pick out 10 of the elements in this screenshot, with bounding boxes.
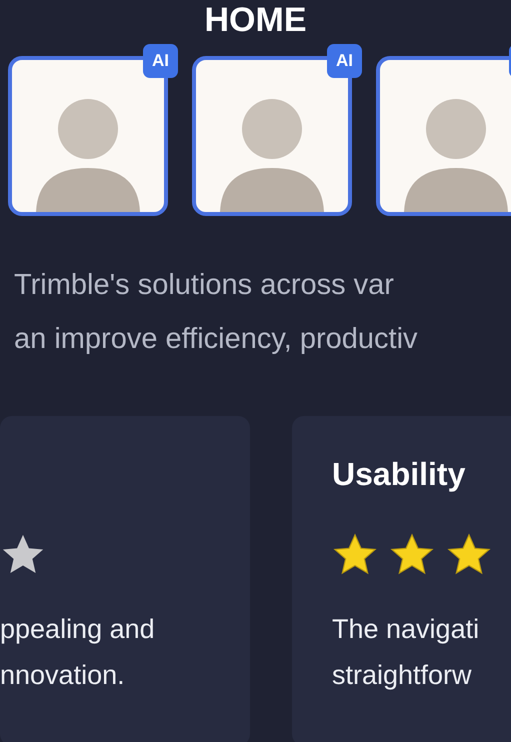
page-title: HOME: [204, 1, 306, 39]
ai-badge: AI: [327, 44, 362, 78]
intro-text: Trimble's solutions across var: [14, 269, 394, 301]
card-text: nnovation.: [0, 660, 125, 690]
intro-text: an improve efficiency, productiv: [14, 323, 418, 355]
ai-badge: AI: [143, 44, 178, 78]
card-text: The navigati: [332, 614, 480, 644]
card-text: straightforw: [332, 660, 472, 690]
card-text: ppealing and: [0, 614, 155, 644]
card-title: Usability: [332, 456, 466, 492]
